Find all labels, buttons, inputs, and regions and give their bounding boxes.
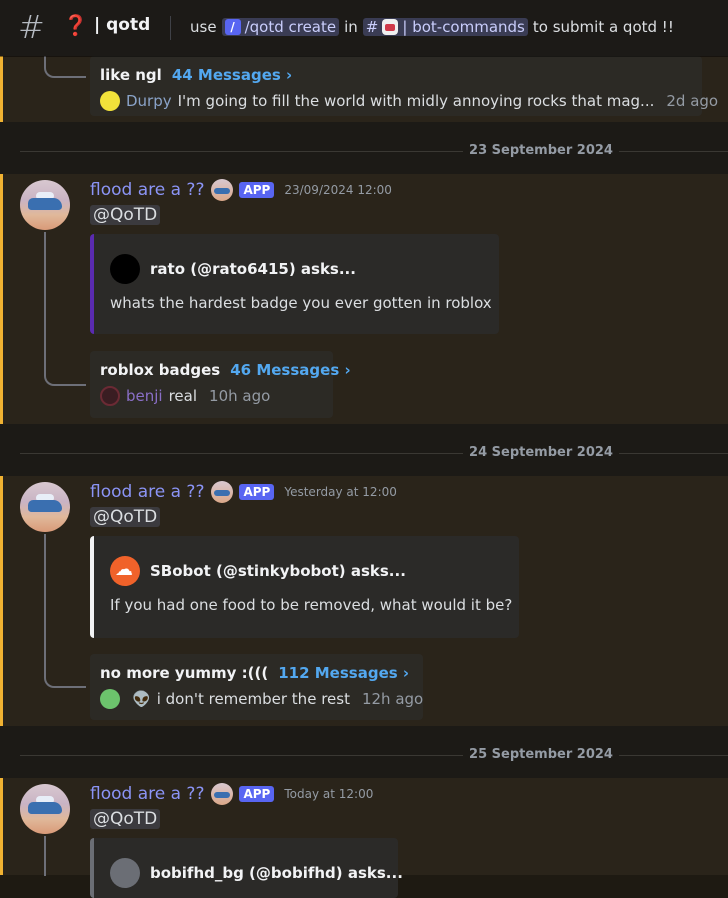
embed-author: SBobot (@stinkybobot) asks...	[150, 562, 406, 580]
avatar[interactable]	[20, 482, 70, 532]
topic-text-in: in	[344, 18, 358, 36]
thread-connector	[44, 836, 46, 876]
asker-avatar	[110, 556, 140, 586]
thread-title: roblox badges	[100, 361, 221, 379]
date-divider: 23 September 2024	[0, 122, 728, 174]
message: flood are a ?? APP Yesterday at 12:00 @Q…	[0, 476, 728, 726]
thread-last-message: real	[168, 387, 198, 405]
date-label: 24 September 2024	[463, 445, 619, 460]
command-mention[interactable]: / /qotd create	[221, 18, 340, 36]
slash-command-icon: /	[224, 19, 241, 35]
author-badge-icon	[211, 481, 234, 503]
message-partial: like ngl 44 Messages › Durpy I'm going t…	[0, 56, 728, 122]
app-tag: APP	[239, 484, 275, 500]
date-label: 25 September 2024	[463, 747, 619, 762]
user-mention[interactable]: @QoTD	[90, 507, 161, 527]
channel-topic: use / /qotd create in # | bot-commands t…	[190, 18, 674, 36]
channel-mention-label: | bot-commands	[402, 18, 525, 36]
thread-last-time: 2d ago	[666, 92, 719, 110]
message-timestamp: Yesterday at 12:00	[284, 485, 397, 499]
message-timestamp: 23/09/2024 12:00	[284, 183, 392, 197]
date-divider: 25 September 2024	[0, 726, 728, 778]
thread-last-message: I'm going to fill the world with midly a…	[177, 92, 655, 110]
user-mention[interactable]: @QoTD	[90, 809, 161, 829]
thread-preview[interactable]: like ngl 44 Messages › Durpy I'm going t…	[90, 56, 718, 116]
message: flood are a ?? APP 23/09/2024 12:00 @QoT…	[0, 174, 728, 424]
thread-connector-curve	[44, 370, 86, 386]
message-author[interactable]: flood are a ??	[90, 784, 204, 804]
channel-hash-icon: #	[18, 8, 45, 46]
thread-preview[interactable]: roblox badges 46 Messages › benji real 1…	[90, 351, 351, 418]
message-author[interactable]: flood are a ??	[90, 482, 204, 502]
robot-icon	[382, 19, 399, 35]
thread-last-time: 12h ago	[361, 690, 424, 708]
message-feed: like ngl 44 Messages › Durpy I'm going t…	[0, 56, 728, 898]
header-divider	[170, 16, 171, 40]
thread-preview[interactable]: no more yummy :((( 112 Messages › 👽 i do…	[90, 654, 423, 720]
command-label: /qotd create	[244, 18, 337, 36]
channel-name: | qotd	[94, 15, 151, 35]
app-tag: APP	[239, 786, 275, 802]
author-badge-icon	[211, 783, 234, 805]
thread-connector-curve	[44, 672, 86, 688]
question-embed: SBobot (@stinkybobot) asks... If you had…	[90, 536, 519, 638]
durpy-avatar	[100, 91, 120, 111]
question-embed: rato (@rato6415) asks... whats the harde…	[90, 234, 499, 334]
thread-last-user[interactable]: 👽	[132, 690, 151, 708]
question-mark-icon: ❓	[63, 13, 88, 37]
benji-avatar	[100, 386, 120, 406]
channel-mention-bot-commands[interactable]: # | bot-commands	[362, 18, 528, 36]
asker-avatar	[110, 858, 140, 888]
channel-hash-icon: #	[365, 18, 379, 36]
user-mention[interactable]: @QoTD	[90, 205, 161, 225]
app-tag: APP	[239, 182, 275, 198]
thread-title: like ngl	[100, 66, 162, 84]
message: flood are a ?? APP Today at 12:00 @QoTD …	[0, 778, 728, 898]
embed-author: bobifhd_bg (@bobifhd) asks...	[150, 864, 403, 882]
topic-text-use: use	[190, 18, 217, 36]
date-divider: 24 September 2024	[0, 424, 728, 476]
thread-message-count[interactable]: 112 Messages ›	[278, 664, 409, 682]
thread-title: no more yummy :(((	[100, 664, 269, 682]
topic-text-suffix: to submit a qotd !!	[532, 18, 674, 36]
thread-message-count[interactable]: 44 Messages ›	[172, 66, 292, 84]
message-author[interactable]: flood are a ??	[90, 180, 204, 200]
avatar[interactable]	[20, 784, 70, 834]
thread-connector	[44, 232, 46, 374]
thread-message-count[interactable]: 46 Messages ›	[230, 361, 350, 379]
alien-user-avatar	[100, 689, 120, 709]
date-label: 23 September 2024	[463, 143, 619, 158]
thread-last-user[interactable]: Durpy	[126, 92, 172, 110]
asker-avatar	[110, 254, 140, 284]
embed-question: whats the hardest badge you ever gotten …	[110, 294, 492, 312]
thread-last-message: i don't remember the rest	[156, 690, 350, 708]
question-embed: bobifhd_bg (@bobifhd) asks...	[90, 838, 403, 898]
avatar[interactable]	[20, 180, 70, 230]
author-badge-icon	[211, 179, 234, 201]
thread-last-user[interactable]: benji	[126, 387, 163, 405]
message-timestamp: Today at 12:00	[284, 787, 374, 801]
embed-author: rato (@rato6415) asks...	[150, 260, 356, 278]
channel-header: # ❓ | qotd use / /qotd create in # | bot…	[0, 0, 728, 56]
thread-connector-curve	[44, 62, 86, 78]
thread-connector	[44, 534, 46, 676]
embed-question: If you had one food to be removed, what …	[110, 596, 513, 614]
thread-last-time: 10h ago	[209, 387, 271, 405]
